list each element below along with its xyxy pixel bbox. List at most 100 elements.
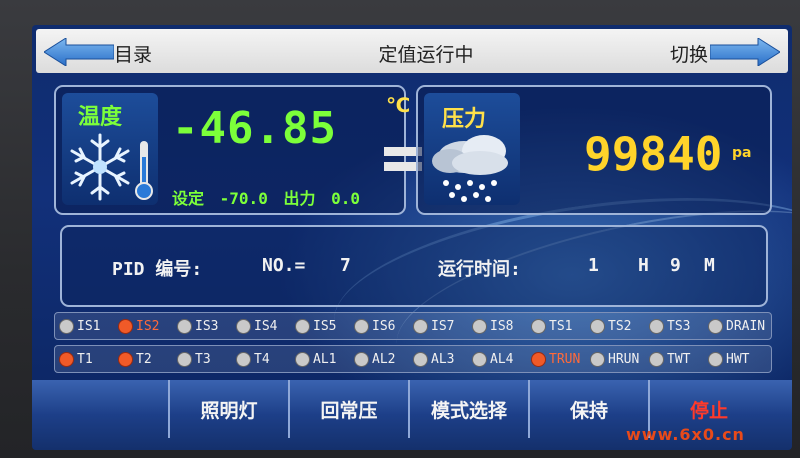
indicator-label: AL2 (372, 351, 396, 367)
indicator-label: TWT (667, 351, 691, 367)
indicator-label: AL1 (313, 351, 337, 367)
indicator-is5: IS5 (295, 317, 336, 335)
indicator-label: IS1 (77, 318, 101, 334)
indicator-label: IS8 (490, 318, 514, 334)
indicator-lamp-icon (354, 318, 369, 334)
menu-button[interactable]: 目录 (114, 40, 152, 67)
runtime-hours: 1 (588, 255, 599, 276)
indicator-lamp-icon (649, 351, 664, 367)
indicator-row-2: T1 T2 T3 T4 AL1 AL2 AL3 AL4 TRUN HRUN TWT HWT (54, 345, 772, 373)
indicator-lamp-icon (531, 351, 546, 367)
runtime-h-unit: H (638, 255, 649, 276)
arrow-right-icon[interactable] (710, 38, 780, 66)
indicator-label: TS2 (608, 318, 632, 334)
pressure-value: 99840 (584, 127, 723, 181)
indicator-label: IS2 (136, 318, 160, 334)
temperature-unit: ℃ (386, 93, 411, 117)
indicator-row-1: IS1 IS2 IS3 IS4 IS5 IS6 IS7 IS8 TS1 TS2 TS3 DRAIN (54, 312, 772, 340)
indicator-label: T3 (195, 351, 211, 367)
indicator-label: AL4 (490, 351, 514, 367)
snowflake-thermometer-icon (70, 133, 153, 201)
indicator-ts3: TS3 (649, 317, 690, 335)
indicator-is4: IS4 (236, 317, 277, 335)
indicator-lamp-icon (59, 318, 74, 334)
indicator-ts2: TS2 (590, 317, 631, 335)
indicator-label: IS3 (195, 318, 219, 334)
temperature-icon-box: 温度 (62, 93, 158, 205)
indicator-lamp-icon (59, 351, 74, 367)
runtime-label: 运行时间: (438, 259, 521, 280)
indicator-label: DRAIN (726, 318, 766, 334)
set-label: 设定 (172, 189, 205, 208)
indicator-drain: DRAIN (708, 317, 765, 335)
set-value[interactable]: -70.0 (220, 189, 268, 208)
pressure-icon-box: 压力 (424, 93, 520, 205)
switch-button[interactable]: 切换 (670, 40, 708, 67)
runtime-m-unit: M (704, 255, 715, 276)
indicator-lamp-icon (177, 318, 192, 334)
indicator-al3: AL3 (413, 350, 454, 368)
snow-cloud-icon (432, 135, 508, 202)
indicator-t3: T3 (177, 350, 211, 368)
indicator-ts1: TS1 (531, 317, 572, 335)
indicator-t4: T4 (236, 350, 270, 368)
pid-label: PID 编号: (112, 259, 203, 280)
indicator-label: AL3 (431, 351, 455, 367)
indicator-lamp-icon (590, 351, 605, 367)
indicator-lamp-icon (413, 351, 428, 367)
indicator-label: IS4 (254, 318, 278, 334)
indicator-lamp-icon (708, 351, 723, 367)
temperature-value: -46.85 (172, 103, 337, 154)
indicator-label: IS6 (372, 318, 396, 334)
indicator-label: TRUN (549, 351, 581, 367)
normal-pressure-button[interactable]: 回常压 (288, 380, 408, 438)
indicator-lamp-icon (472, 351, 487, 367)
indicator-al2: AL2 (354, 350, 395, 368)
indicator-label: T4 (254, 351, 270, 367)
page-title: 定值运行中 (378, 44, 474, 66)
indicator-lamp-icon (118, 318, 133, 334)
watermark: www.6x0.cn (626, 425, 745, 444)
pid-no-value: 7 (340, 255, 351, 276)
indicator-hwt: HWT (708, 350, 749, 368)
indicator-label: T1 (77, 351, 93, 367)
indicator-is6: IS6 (354, 317, 395, 335)
indicator-lamp-icon (177, 351, 192, 367)
indicator-trun: TRUN (531, 350, 580, 368)
indicator-is2: IS2 (118, 317, 159, 335)
indicator-lamp-icon (649, 318, 664, 334)
indicator-label: HRUN (608, 351, 640, 367)
indicator-hrun: HRUN (590, 350, 639, 368)
indicator-t2: T2 (118, 350, 152, 368)
indicator-label: IS5 (313, 318, 337, 334)
indicator-t1: T1 (59, 350, 93, 368)
indicator-label: HWT (726, 351, 750, 367)
indicator-label: TS3 (667, 318, 691, 334)
indicator-is3: IS3 (177, 317, 218, 335)
pressure-panel: 压力 99840 pa (416, 85, 772, 215)
indicator-is8: IS8 (472, 317, 513, 335)
indicator-lamp-icon (354, 351, 369, 367)
indicator-lamp-icon (531, 318, 546, 334)
light-button[interactable]: 照明灯 (168, 380, 288, 438)
indicator-lamp-icon (295, 351, 310, 367)
indicator-al4: AL4 (472, 350, 513, 368)
pressure-unit: pa (732, 145, 752, 161)
indicator-label: T2 (136, 351, 152, 367)
indicator-label: IS7 (431, 318, 455, 334)
indicator-is1: IS1 (59, 317, 100, 335)
indicator-lamp-icon (236, 351, 251, 367)
indicator-twt: TWT (649, 350, 690, 368)
indicator-lamp-icon (472, 318, 487, 334)
pid-no-label: NO.= (262, 255, 306, 276)
indicator-lamp-icon (708, 318, 723, 334)
indicator-label: TS1 (549, 318, 573, 334)
indicator-lamp-icon (295, 318, 310, 334)
indicator-lamp-icon (118, 351, 133, 367)
mode-select-button[interactable]: 模式选择 (408, 380, 528, 438)
indicator-lamp-icon (236, 318, 251, 334)
arrow-left-icon[interactable] (44, 38, 114, 66)
setpoint-line: 设定 -70.0 出力 0.0 (172, 185, 366, 209)
hmi-screen: 目录 定值运行中 切换 温度 -46.85 ℃ 设定 -70.0 出力 0.0 … (32, 25, 792, 450)
temperature-panel: 温度 -46.85 ℃ 设定 -70.0 出力 0.0 (54, 85, 422, 215)
